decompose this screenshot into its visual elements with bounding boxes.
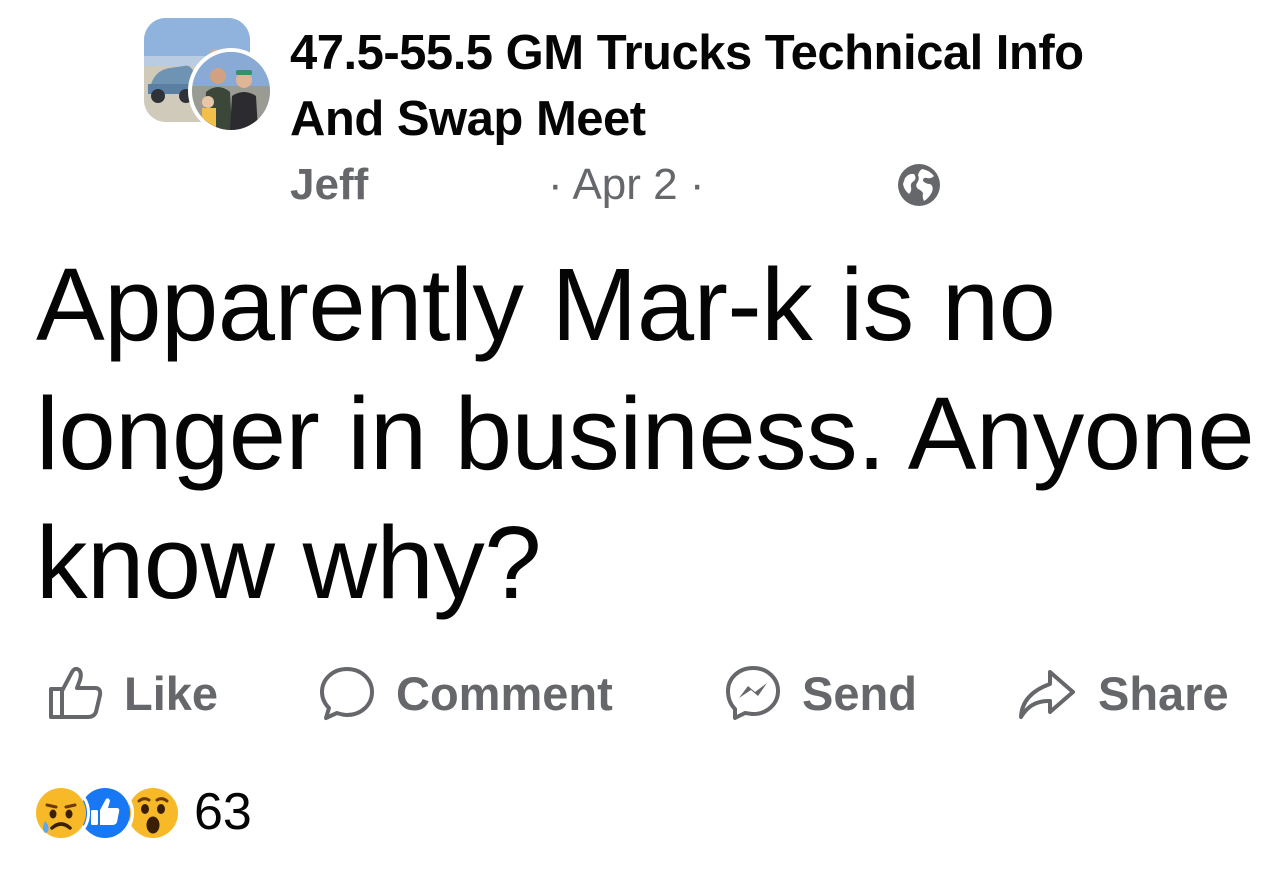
post-timestamp[interactable]: · Apr 2 · <box>548 160 705 210</box>
like-button[interactable]: Like <box>46 658 218 728</box>
reaction-count[interactable]: 63 <box>194 784 252 840</box>
send-label: Send <box>802 666 917 720</box>
speech-bubble-icon <box>320 667 374 720</box>
share-arrow-icon <box>1019 670 1075 719</box>
globe-icon <box>898 164 940 206</box>
send-button[interactable]: Send <box>724 658 917 728</box>
thumbs-up-outline-icon <box>49 666 103 719</box>
share-button[interactable]: Share <box>1016 658 1229 728</box>
messenger-icon <box>726 666 780 720</box>
comment-label: Comment <box>396 666 613 720</box>
author-avatar[interactable] <box>188 48 274 134</box>
comment-button[interactable]: Comment <box>318 658 613 728</box>
post-body-text: Apparently Mar-k is no longer in busines… <box>36 247 1255 620</box>
post-meta: Jeff · Apr 2 · <box>290 160 940 210</box>
group-name-link[interactable]: 47.5-55.5 GM Trucks Technical Info And S… <box>290 20 1150 152</box>
sad-reaction-icon <box>32 784 90 842</box>
reaction-summary[interactable]: 63 <box>32 784 432 842</box>
share-label: Share <box>1098 666 1229 720</box>
post-header: 47.5-55.5 GM Trucks Technical Info And S… <box>144 16 1144 216</box>
post-action-bar: Like Comment Send Share <box>0 658 1284 728</box>
author-name-link[interactable]: Jeff <box>290 160 368 210</box>
like-label: Like <box>124 666 219 720</box>
